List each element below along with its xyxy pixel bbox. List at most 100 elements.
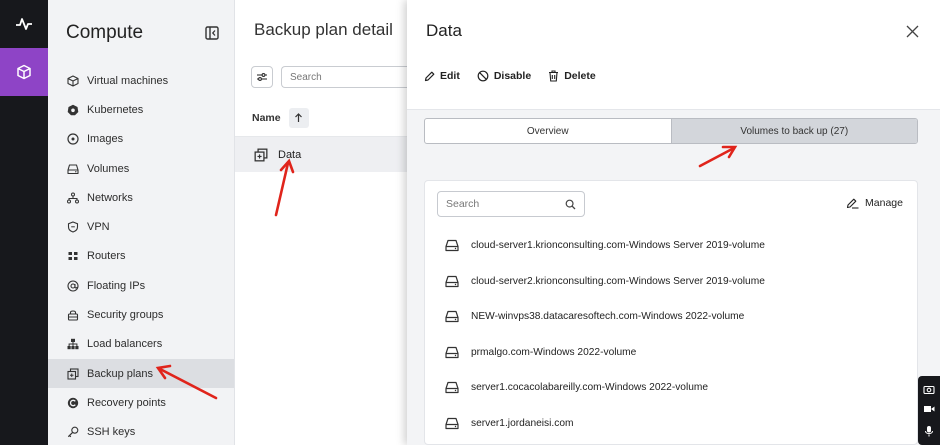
sidebar-item-label: Routers — [87, 250, 126, 263]
tab-overview[interactable]: Overview — [425, 119, 671, 143]
sidebar-item-volumes[interactable]: Volumes — [48, 154, 234, 183]
pulse-icon — [16, 18, 32, 30]
key-icon — [66, 425, 80, 439]
sidebar-item-backup-plans[interactable]: Backup plans — [48, 358, 234, 389]
sidebar-item-label: Virtual machines — [87, 74, 169, 87]
sidebar-header: Compute — [48, 0, 234, 66]
drawer-header: Data Edit Disable Delete — [407, 0, 940, 110]
filter-button[interactable] — [251, 66, 273, 88]
backup-icon — [66, 367, 80, 381]
list-item[interactable]: cloud-server2.krionconsulting.com-Window… — [425, 264, 919, 300]
delete-button[interactable]: Delete — [548, 70, 596, 82]
column-header-label: Name — [252, 111, 281, 124]
sidebar-item-label: SSH keys — [87, 426, 136, 439]
list-search-input[interactable]: Search — [281, 66, 407, 88]
sidebar-item-label: Floating IPs — [87, 279, 146, 292]
drive-icon — [445, 381, 459, 394]
sidebar-item-networks[interactable]: Networks — [48, 183, 234, 212]
list-item[interactable]: prmalgo.com-Windows 2022-volume — [425, 335, 919, 371]
column-header-name[interactable]: Name — [235, 99, 407, 137]
volume-name: server1.jordaneisi.com — [471, 417, 574, 429]
sidebar-item-kubernetes[interactable]: Kubernetes — [48, 95, 234, 124]
drive-icon — [445, 239, 459, 252]
recovery-icon — [66, 396, 80, 410]
volume-name: prmalgo.com-Windows 2022-volume — [471, 346, 637, 358]
edit-label: Edit — [440, 70, 460, 82]
sort-ascending-button[interactable] — [288, 107, 309, 128]
sidebar-item-recovery-points[interactable]: Recovery points — [48, 388, 234, 417]
router-icon — [66, 249, 80, 263]
arrow-up-icon — [295, 112, 303, 122]
camera-icon[interactable] — [923, 384, 935, 395]
sidebar-item-label: Volumes — [87, 162, 130, 175]
volumes-card: Search Manage cloud-server1.krionconsult… — [424, 180, 918, 445]
edit-button[interactable]: Edit — [424, 70, 460, 82]
sidebar-item-label: Security groups — [87, 309, 164, 322]
sidebar-item-label: Backup plans — [87, 367, 154, 380]
sidebar-item-ssh-keys[interactable]: SSH keys — [48, 418, 234, 445]
volume-search-input[interactable]: Search — [437, 191, 585, 217]
drive-icon — [445, 346, 459, 359]
drawer-tabs: Overview Volumes to back up (27) — [424, 118, 918, 144]
network-icon — [66, 191, 80, 205]
cube-icon — [66, 74, 80, 88]
at-icon — [66, 279, 80, 293]
disable-button[interactable]: Disable — [477, 70, 531, 82]
tab-volumes-to-back-up[interactable]: Volumes to back up (27) — [670, 119, 917, 143]
volume-name: server1.cocacolabareilly.com-Windows 202… — [471, 382, 709, 394]
collapse-sidebar-icon[interactable] — [204, 25, 220, 41]
list-item[interactable]: cloud-server1.krionconsulting.com-Window… — [425, 228, 919, 264]
hierarchy-icon — [66, 337, 80, 351]
detail-drawer: Data Edit Disable Delete Overview Volume… — [407, 0, 940, 445]
drive-icon — [445, 310, 459, 323]
sidebar-item-label: Recovery points — [87, 396, 166, 409]
sidebar-nav: Virtual machines Kubernetes Images Volum… — [48, 66, 234, 445]
drive-icon — [66, 162, 80, 176]
delete-label: Delete — [564, 70, 596, 82]
drive-icon — [445, 275, 459, 288]
list-item[interactable]: NEW-winvps38.datacaresoftech.com-Windows… — [425, 299, 919, 335]
sidebar-item-security-groups[interactable]: Security groups — [48, 300, 234, 329]
sidebar-item-label: Load balancers — [87, 338, 163, 351]
lock-icon — [66, 308, 80, 322]
sidebar-item-images[interactable]: Images — [48, 125, 234, 154]
disc-icon — [66, 132, 80, 146]
pencil-icon — [424, 71, 435, 82]
manage-label: Manage — [865, 197, 903, 209]
backup-icon — [254, 148, 268, 162]
sidebar: Compute Virtual machines Kubernetes Imag… — [48, 0, 235, 445]
volume-name: NEW-winvps38.datacaresoftech.com-Windows… — [471, 311, 745, 323]
volume-name: cloud-server2.krionconsulting.com-Window… — [471, 275, 765, 287]
volume-list: cloud-server1.krionconsulting.com-Window… — [425, 228, 919, 441]
row-name: Data — [278, 148, 302, 161]
sidebar-title: Compute — [66, 22, 144, 43]
page-title: Backup plan detail — [254, 20, 393, 39]
floating-toolbar — [918, 376, 940, 445]
sidebar-item-label: Images — [87, 133, 124, 146]
drawer-actions: Edit Disable Delete — [424, 70, 613, 82]
table-row[interactable]: Data — [235, 137, 407, 172]
filter-sliders-icon — [257, 73, 267, 81]
rail-item-monitoring[interactable] — [0, 0, 48, 48]
rail-item-compute[interactable] — [0, 48, 48, 96]
manage-button[interactable]: Manage — [846, 197, 903, 209]
close-button[interactable] — [903, 22, 921, 40]
sidebar-item-routers[interactable]: Routers — [48, 242, 234, 271]
drive-icon — [445, 417, 459, 430]
cube-icon — [17, 64, 31, 80]
sidebar-item-floating-ips[interactable]: Floating IPs — [48, 271, 234, 300]
search-icon — [565, 199, 576, 209]
drawer-title: Data — [426, 21, 462, 40]
list-item[interactable]: server1.jordaneisi.com — [425, 406, 919, 442]
backup-plan-list-page: Backup plan detail Search Name Data — [235, 0, 407, 445]
sidebar-item-label: Networks — [87, 191, 133, 204]
list-search-placeholder: Search — [290, 71, 322, 83]
sidebar-item-load-balancers[interactable]: Load balancers — [48, 330, 234, 359]
sidebar-item-vpn[interactable]: VPN — [48, 212, 234, 241]
list-item[interactable]: server1.cocacolabareilly.com-Windows 202… — [425, 370, 919, 406]
ban-icon — [477, 70, 489, 82]
sidebar-item-virtual-machines[interactable]: Virtual machines — [48, 66, 234, 95]
video-icon[interactable] — [923, 404, 935, 414]
pencil-line-icon — [846, 198, 859, 209]
microphone-icon[interactable] — [924, 425, 934, 437]
